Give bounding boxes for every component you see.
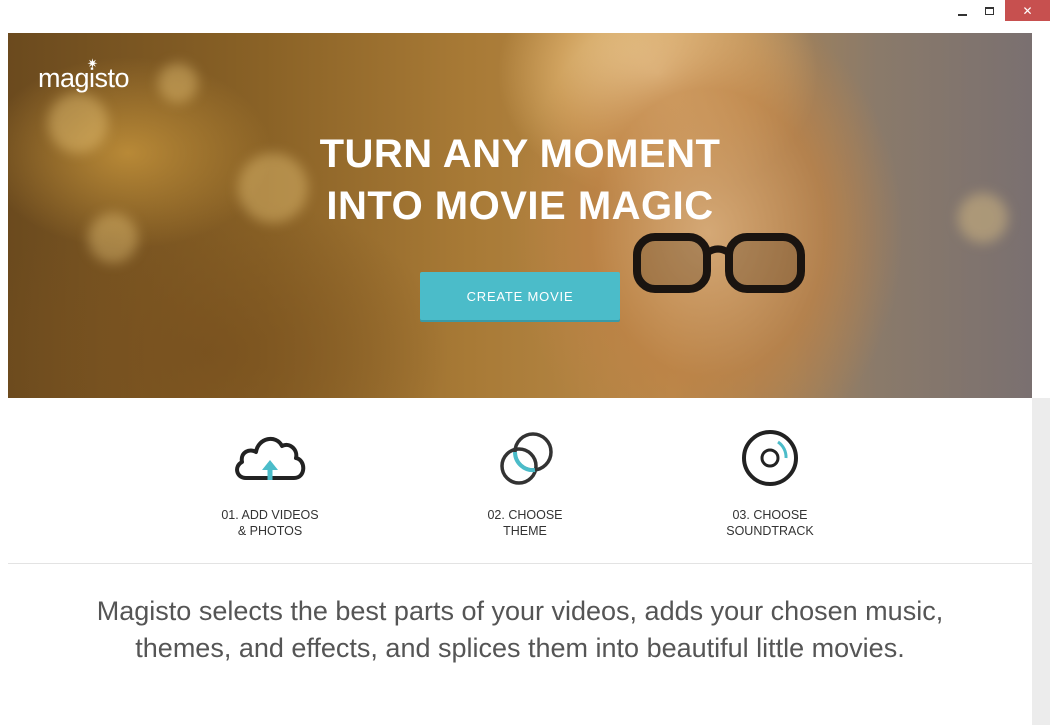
step-label-line2: THEME bbox=[503, 524, 547, 538]
step-label-line1: 02. CHOOSE bbox=[487, 508, 563, 522]
close-button[interactable]: ✕ bbox=[1005, 0, 1050, 21]
cloud-upload-icon bbox=[235, 436, 306, 480]
step-label-line2: SOUNDTRACK bbox=[726, 524, 814, 538]
maximize-icon bbox=[985, 6, 994, 15]
description-line2: themes, and effects, and splices them in… bbox=[135, 633, 905, 663]
description-line1: Magisto selects the best parts of your v… bbox=[96, 596, 944, 626]
bokeh-light bbox=[158, 63, 198, 103]
step-label-line2: & PHOTOS bbox=[237, 524, 303, 538]
steps-section: 01. ADD VIDEOS & PHOTOS 02. CHOOSE THEME… bbox=[8, 398, 1032, 563]
scrollbar-track bbox=[1032, 33, 1050, 398]
step-choose-soundtrack: 03. CHOOSE SOUNDTRACK bbox=[690, 428, 850, 539]
hero-banner: magisto ✷ TURN ANY MOMENT INTO MOVIE MAG… bbox=[8, 33, 1032, 398]
logo-star-icon: ✷ bbox=[87, 57, 98, 72]
step-choose-theme: 02. CHOOSE THEME bbox=[445, 428, 605, 539]
step-label: 01. ADD VIDEOS & PHOTOS bbox=[190, 507, 350, 539]
magisto-logo[interactable]: magisto ✷ bbox=[38, 57, 130, 94]
overlapping-circles-icon bbox=[500, 432, 553, 485]
hero-title-line1: TURN ANY MOMENT bbox=[319, 132, 721, 176]
maximize-button[interactable] bbox=[977, 0, 1002, 21]
section-divider bbox=[8, 563, 1032, 564]
step-label: 02. CHOOSE THEME bbox=[445, 507, 605, 539]
step-label-line1: 03. CHOOSE bbox=[732, 508, 808, 522]
hero-title-line2: INTO MOVIE MAGIC bbox=[326, 184, 714, 228]
window-titlebar: ✕ bbox=[0, 0, 1050, 33]
step-label: 03. CHOOSE SOUNDTRACK bbox=[690, 507, 850, 539]
step-label-line1: 01. ADD VIDEOS bbox=[221, 508, 319, 522]
glasses-graphic bbox=[633, 233, 805, 293]
close-icon: ✕ bbox=[1022, 3, 1033, 18]
minimize-icon bbox=[958, 13, 967, 16]
minimize-button[interactable] bbox=[950, 0, 975, 21]
hero-title: TURN ANY MOMENT INTO MOVIE MAGIC bbox=[8, 128, 1032, 232]
create-movie-button[interactable]: CREATE MOVIE bbox=[420, 272, 620, 320]
description-text: Magisto selects the best parts of your v… bbox=[8, 593, 1032, 667]
logo-text: magisto bbox=[38, 63, 130, 93]
step-add-videos: 01. ADD VIDEOS & PHOTOS bbox=[190, 428, 350, 539]
disc-icon bbox=[742, 430, 798, 486]
